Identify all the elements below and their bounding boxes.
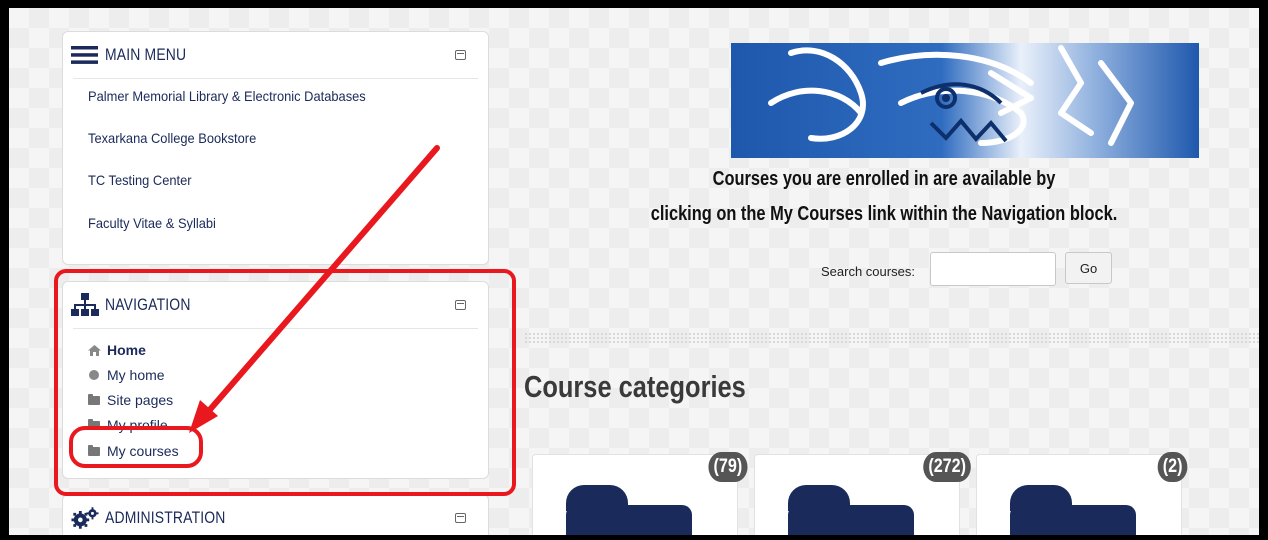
gears-icon — [71, 507, 99, 529]
my-courses-highlight-box — [69, 426, 203, 468]
course-categories-heading: Course categories — [524, 369, 746, 404]
screenshot-frame: MAIN MENU Palmer Memorial Library & Elec… — [9, 8, 1259, 535]
hamburger-menu-icon — [71, 44, 99, 66]
main-menu-title: MAIN MENU — [105, 45, 187, 64]
intro-line-1: Courses you are enrolled in are availabl… — [712, 168, 1056, 190]
collapse-icon[interactable] — [455, 513, 466, 523]
link-library[interactable]: Palmer Memorial Library & Electronic Dat… — [88, 88, 366, 104]
go-button[interactable]: Go — [1065, 252, 1112, 284]
category-card[interactable] — [976, 454, 1182, 535]
category-count-badge: (79) — [708, 452, 748, 482]
divider — [73, 78, 478, 79]
category-count-badge: (272) — [923, 452, 972, 482]
folder-icon — [788, 485, 914, 535]
dotted-separator — [524, 332, 1259, 344]
folder-icon — [1010, 485, 1136, 535]
category-card[interactable] — [532, 454, 738, 535]
link-bookstore[interactable]: Texarkana College Bookstore — [88, 130, 256, 146]
search-courses-input[interactable] — [930, 252, 1056, 286]
collapse-icon[interactable] — [455, 50, 466, 60]
intro-line-2: clicking on the My Courses link within t… — [650, 203, 1118, 225]
main-menu-header[interactable]: MAIN MENU — [63, 32, 488, 78]
search-courses-label: Search courses: — [821, 264, 915, 279]
administration-block: ADMINISTRATION — [62, 494, 489, 535]
link-testing-center[interactable]: TC Testing Center — [88, 172, 192, 188]
bulldog-banner-image — [731, 43, 1199, 158]
main-menu-block: MAIN MENU Palmer Memorial Library & Elec… — [62, 31, 489, 265]
administration-title: ADMINISTRATION — [105, 508, 226, 527]
folder-icon — [566, 485, 692, 535]
category-count-badge: (2) — [1157, 452, 1188, 482]
administration-header[interactable]: ADMINISTRATION — [63, 495, 488, 535]
link-faculty-vitae[interactable]: Faculty Vitae & Syllabi — [88, 215, 216, 231]
